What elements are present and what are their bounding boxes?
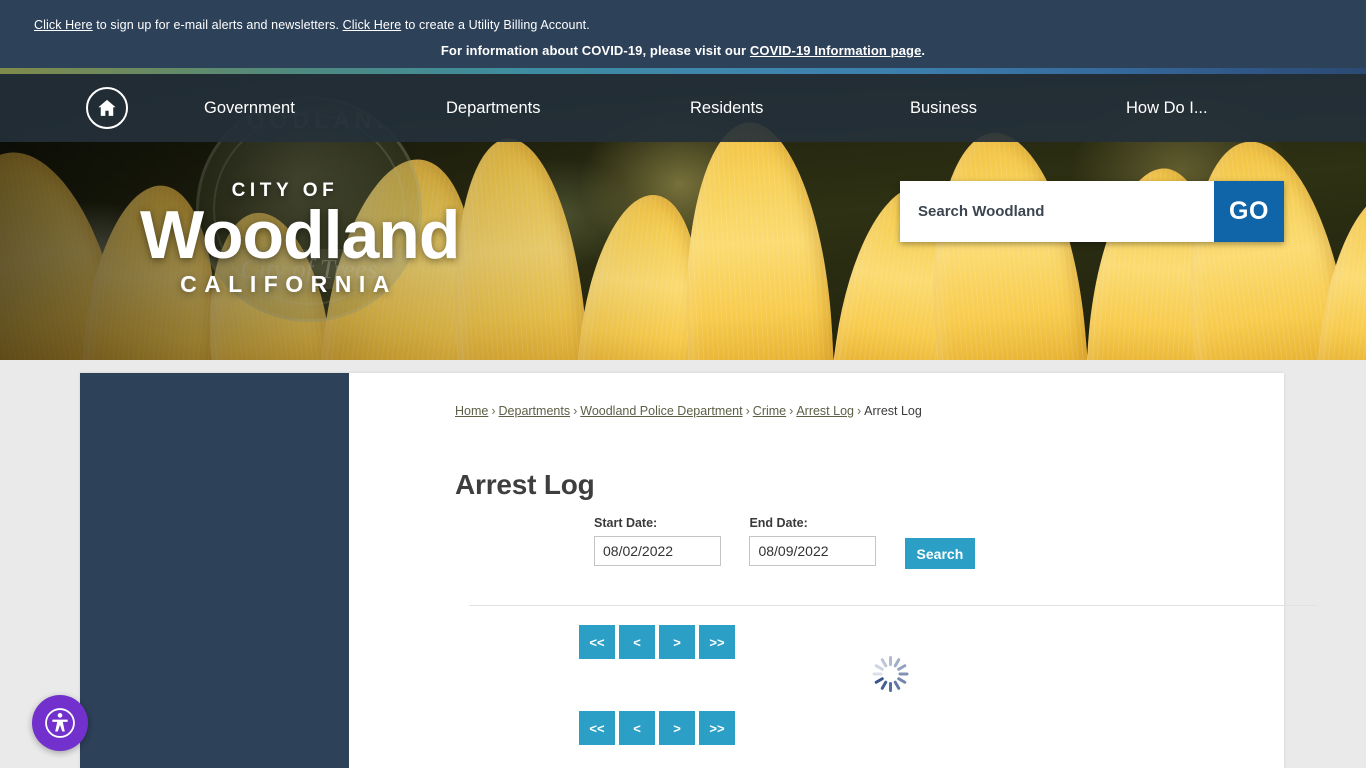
- accessibility-widget-button[interactable]: [32, 695, 88, 751]
- date-filter-form: Start Date: End Date: Search: [594, 516, 975, 569]
- nav-items-container: Government Departments Residents Busines…: [0, 74, 1366, 142]
- spinner-blade: [888, 656, 892, 666]
- search-input[interactable]: [900, 181, 1214, 242]
- spinner-blade: [872, 672, 882, 676]
- logo-california: CALIFORNIA: [180, 271, 397, 297]
- covid-text-2: .: [921, 43, 926, 58]
- spinner-blade: [888, 682, 892, 692]
- site-search: GO: [900, 181, 1284, 242]
- covid-text-1: For information about COVID-19, please v…: [440, 43, 750, 58]
- breadcrumb-item-current: Arrest Log: [864, 404, 922, 418]
- alert-line-signup: Click Here to sign up for e-mail alerts …: [34, 17, 590, 33]
- site-logo[interactable]: CITY OF Woodland CALIFORNIA: [140, 180, 460, 297]
- start-date-label: Start Date:: [594, 516, 658, 530]
- loading-spinner: [872, 656, 908, 692]
- nav-item-departments[interactable]: Departments: [446, 74, 540, 142]
- spinner-blade: [898, 672, 908, 676]
- nav-item-how-do-i[interactable]: How Do I...: [1126, 74, 1208, 142]
- content-panel: Home › Departments › Woodland Police Departm…: [80, 373, 1318, 768]
- pagination-top: << < > >>: [579, 625, 739, 659]
- end-date-field-group: End Date:: [749, 516, 877, 566]
- start-date-field-group: Start Date:: [594, 516, 721, 566]
- accessibility-person-icon: [45, 708, 75, 738]
- pagination-first-button[interactable]: <<: [579, 625, 615, 659]
- logo-woodland: Woodland: [140, 197, 460, 273]
- spinner-blade: [896, 663, 907, 672]
- pagination-bottom: << < > >>: [579, 711, 739, 745]
- breadcrumb-separator: ›: [573, 404, 578, 418]
- breadcrumb-separator: ›: [856, 404, 862, 418]
- nav-item-residents[interactable]: Residents: [690, 74, 763, 142]
- breadcrumb-separator: ›: [789, 404, 794, 418]
- search-submit-button[interactable]: Search: [904, 538, 975, 569]
- breadcrumb-separator: ›: [491, 404, 496, 418]
- section-divider: [469, 605, 1318, 606]
- spinner-blade: [892, 680, 901, 691]
- breadcrumb-item-home[interactable]: Home: [455, 404, 488, 418]
- pagination-next-button[interactable]: >: [659, 711, 695, 745]
- pagination-prev-button[interactable]: <: [619, 711, 655, 745]
- main-content-column: Home › Departments › Woodland Police Departm…: [349, 373, 1318, 768]
- end-date-input[interactable]: [749, 536, 877, 566]
- nav-item-government[interactable]: Government: [204, 74, 295, 142]
- breadcrumb-separator: ›: [745, 404, 750, 418]
- end-date-label: End Date:: [749, 516, 808, 530]
- nav-item-business[interactable]: Business: [910, 74, 977, 142]
- start-date-input[interactable]: [594, 536, 721, 566]
- alert-line-covid: For information about COVID-19, please v…: [0, 42, 1366, 59]
- page-title: Arrest Log: [455, 468, 595, 500]
- breadcrumb-item-arrest-log[interactable]: Arrest Log: [796, 404, 854, 418]
- pagination-prev-button[interactable]: <: [619, 625, 655, 659]
- utility-billing-click-here-link[interactable]: Click Here: [343, 18, 402, 32]
- signup-click-here-link[interactable]: Click Here: [34, 18, 93, 32]
- sidebar-navigation[interactable]: [80, 373, 349, 768]
- signup-text-1: to sign up for e-mail alerts and newslet…: [92, 18, 343, 32]
- alert-bar: Click Here to sign up for e-mail alerts …: [0, 0, 1366, 70]
- spinner-blade: [879, 680, 888, 691]
- search-go-button[interactable]: GO: [1214, 181, 1284, 242]
- signup-text-2: to create a Utility Billing Account.: [401, 18, 590, 32]
- breadcrumb-item-crime[interactable]: Crime: [753, 404, 786, 418]
- pagination-last-button[interactable]: >>: [699, 625, 735, 659]
- breadcrumb-item-departments[interactable]: Departments: [499, 404, 571, 418]
- pagination-first-button[interactable]: <<: [579, 711, 615, 745]
- pagination-next-button[interactable]: >: [659, 625, 695, 659]
- breadcrumb-item-woodland-police-department[interactable]: Woodland Police Department: [580, 404, 742, 418]
- covid-information-page-link[interactable]: COVID-19 Information page: [750, 43, 922, 58]
- breadcrumb: Home › Departments › Woodland Police Departm…: [455, 404, 922, 418]
- pagination-last-button[interactable]: >>: [699, 711, 735, 745]
- spinner-blade: [873, 663, 884, 672]
